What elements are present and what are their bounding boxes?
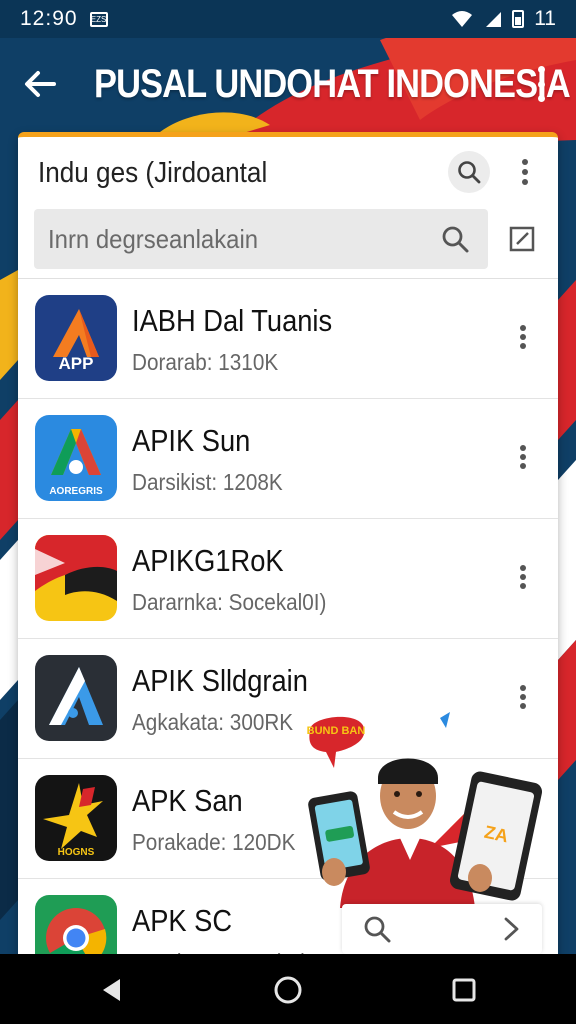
list-item[interactable]: APIKG1RoK Dararnka: Socekal0I) bbox=[18, 519, 558, 639]
app-bar-title: PUSAL UNDOHAT INDONESIA bbox=[94, 61, 571, 106]
arrow-left-icon bbox=[25, 71, 56, 97]
nav-recents-icon[interactable] bbox=[448, 974, 480, 1006]
signal-icon bbox=[452, 11, 473, 27]
app-name: APK SC bbox=[132, 903, 233, 938]
system-nav-bar bbox=[0, 954, 576, 1024]
status-time: 12:90 bbox=[20, 7, 78, 30]
item-more-button[interactable] bbox=[518, 565, 528, 589]
nav-back-icon[interactable] bbox=[96, 974, 128, 1006]
app-name: IABH Dal Tuanis bbox=[132, 303, 333, 338]
app-name: APIK Sun bbox=[132, 423, 251, 458]
floating-action-bar bbox=[342, 904, 542, 954]
list-item[interactable]: APP IABH Dal Tuanis Dorarab: 1310K bbox=[18, 279, 558, 399]
app-star-logo-icon: HOGNS bbox=[35, 775, 117, 861]
status-bar: 12:90 EZS 11 bbox=[0, 0, 576, 38]
app-name: APK San bbox=[132, 783, 243, 818]
search-row: Inrn degrseanlakain bbox=[18, 209, 558, 279]
cellular-icon bbox=[486, 12, 502, 27]
edit-icon[interactable] bbox=[508, 225, 536, 253]
app-bar: PUSAL UNDOHAT INDONESIA bbox=[0, 38, 576, 130]
search-icon bbox=[442, 226, 469, 253]
app-downloads: Agkakata: 300RK bbox=[132, 709, 294, 735]
app-downloads: Darsikist: 1208K bbox=[132, 469, 283, 495]
card-more-button[interactable] bbox=[520, 159, 530, 185]
app-colorful-a-logo-icon: AOREGRIS bbox=[35, 415, 117, 501]
item-more-button[interactable] bbox=[518, 445, 528, 469]
search-placeholder: Inrn degrseanlakain bbox=[48, 223, 259, 254]
app-icon-label: APP bbox=[59, 354, 94, 373]
app-downloads: Dararnka: Socekal0I) bbox=[132, 589, 327, 615]
app-icon-label: AOREGRIS bbox=[49, 486, 103, 497]
status-icons: 11 bbox=[450, 7, 556, 31]
back-button[interactable] bbox=[22, 58, 58, 110]
card-title: Indu ges (Jirdoantal bbox=[38, 156, 268, 189]
item-more-button[interactable] bbox=[518, 325, 528, 349]
app-downloads: Dorarab: 1310K bbox=[132, 349, 279, 375]
chevron-right-icon[interactable] bbox=[496, 914, 526, 944]
app-chrome-logo-icon bbox=[35, 895, 117, 962]
list-item[interactable]: AOREGRIS APIK Sun Darsikist: 1208K bbox=[18, 399, 558, 519]
promo-badge-text: BUND BAN bbox=[307, 725, 366, 737]
overflow-menu-button[interactable] bbox=[534, 66, 548, 102]
nav-home-icon[interactable] bbox=[272, 974, 304, 1006]
notification-badge-icon: EZS bbox=[89, 11, 108, 27]
search-icon bbox=[458, 161, 481, 184]
search-input[interactable]: Inrn degrseanlakain bbox=[34, 209, 488, 269]
battery-level: 11 bbox=[534, 7, 556, 30]
app-name: APIK Slldgrain bbox=[132, 663, 308, 698]
header-search-button[interactable] bbox=[448, 151, 490, 193]
app-orange-logo-icon: APP bbox=[35, 295, 117, 381]
app-blue-a-logo-icon bbox=[35, 655, 117, 741]
app-flag-logo-icon bbox=[35, 535, 117, 621]
card-header: Indu ges (Jirdoantal bbox=[18, 137, 558, 209]
item-more-button[interactable] bbox=[518, 685, 528, 709]
battery-icon bbox=[512, 10, 525, 28]
app-icon-label: HOGNS bbox=[58, 847, 95, 858]
promo-illustration: BUND BAN ZA bbox=[300, 708, 550, 908]
search-icon[interactable] bbox=[362, 914, 392, 944]
app-name: APIKG1RoK bbox=[132, 543, 284, 578]
app-downloads: Porakade: 120DK bbox=[132, 829, 296, 855]
